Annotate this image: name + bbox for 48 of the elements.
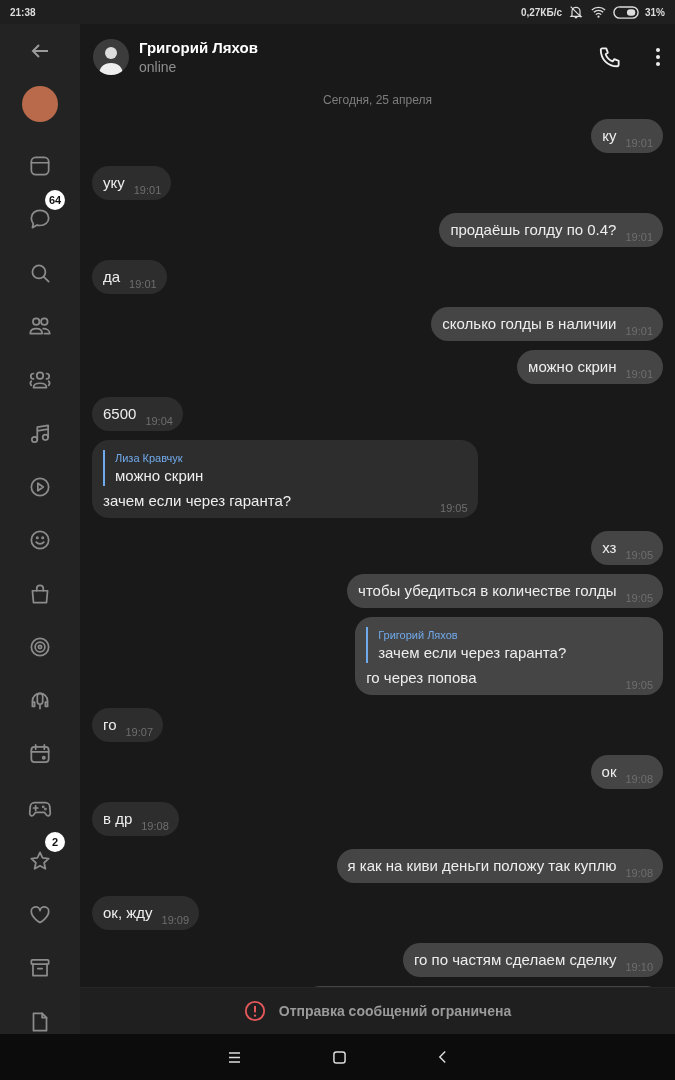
wifi-icon bbox=[590, 4, 607, 20]
counter-badge: 64 bbox=[45, 190, 65, 211]
restriction-notice: Отправка сообщений ограничена bbox=[278, 1003, 512, 1019]
message-text: го bbox=[103, 715, 117, 735]
more-menu-icon[interactable] bbox=[655, 47, 661, 67]
message-text: го по частям сделаем сделку bbox=[413, 950, 617, 970]
message-time: 19:09 bbox=[161, 914, 190, 926]
battery-percent: 31% bbox=[645, 6, 665, 18]
message-time: 19:05 bbox=[440, 502, 468, 514]
message-text: сколько голды в наличии bbox=[442, 314, 617, 334]
message-text: уку bbox=[103, 173, 125, 193]
bell-muted-icon bbox=[568, 4, 584, 20]
message-text: ок bbox=[601, 762, 617, 782]
status-time: 21:38 bbox=[10, 6, 36, 18]
message-text: зачем если через гаранта? bbox=[103, 491, 292, 511]
message-time: 19:04 bbox=[145, 415, 173, 427]
quote-text: можно скрин bbox=[115, 466, 205, 486]
message-text: хз bbox=[602, 538, 617, 558]
contact-status: online bbox=[139, 59, 178, 75]
warning-icon bbox=[243, 1000, 266, 1022]
message-text: 6500 bbox=[103, 404, 137, 424]
message-text: чтобы убедиться в количестве голды bbox=[358, 581, 617, 601]
message-time: 19:01 bbox=[133, 184, 162, 196]
message-text: я как на киви деньги положу так куплю bbox=[347, 856, 617, 876]
message-time: 19:08 bbox=[141, 820, 169, 832]
quote-author: Лиза Кравчук bbox=[115, 451, 184, 466]
avatar[interactable] bbox=[22, 86, 58, 123]
contact-name: Григорий Ляхов bbox=[139, 39, 259, 56]
message-time: 19:07 bbox=[125, 726, 153, 738]
date-separator: Сегодня, 25 апреля bbox=[322, 92, 433, 109]
network-speed: 0,27КБ/с bbox=[520, 6, 562, 18]
message-text: ок, жду bbox=[103, 903, 153, 923]
menu-icon[interactable] bbox=[228, 1051, 241, 1063]
message-text: го через попова bbox=[366, 668, 477, 688]
home-square-icon[interactable] bbox=[333, 1050, 346, 1064]
message-text: ку bbox=[602, 126, 617, 146]
battery-icon bbox=[613, 5, 639, 19]
quote-text: зачем если через гаранта? bbox=[378, 643, 568, 663]
phone-icon[interactable] bbox=[597, 44, 623, 70]
message-time: 19:01 bbox=[129, 278, 157, 290]
counter-badge: 2 bbox=[45, 832, 65, 853]
message-text: продаёшь голду по 0.4? bbox=[450, 220, 617, 240]
message-text: да bbox=[103, 267, 121, 287]
contact-avatar[interactable] bbox=[93, 39, 129, 75]
message-text: в др bbox=[103, 809, 133, 829]
back-chevron-icon[interactable] bbox=[438, 1050, 447, 1064]
message-text: можно скрин bbox=[528, 357, 617, 377]
quote-author: Григорий Ляхов bbox=[378, 628, 459, 643]
